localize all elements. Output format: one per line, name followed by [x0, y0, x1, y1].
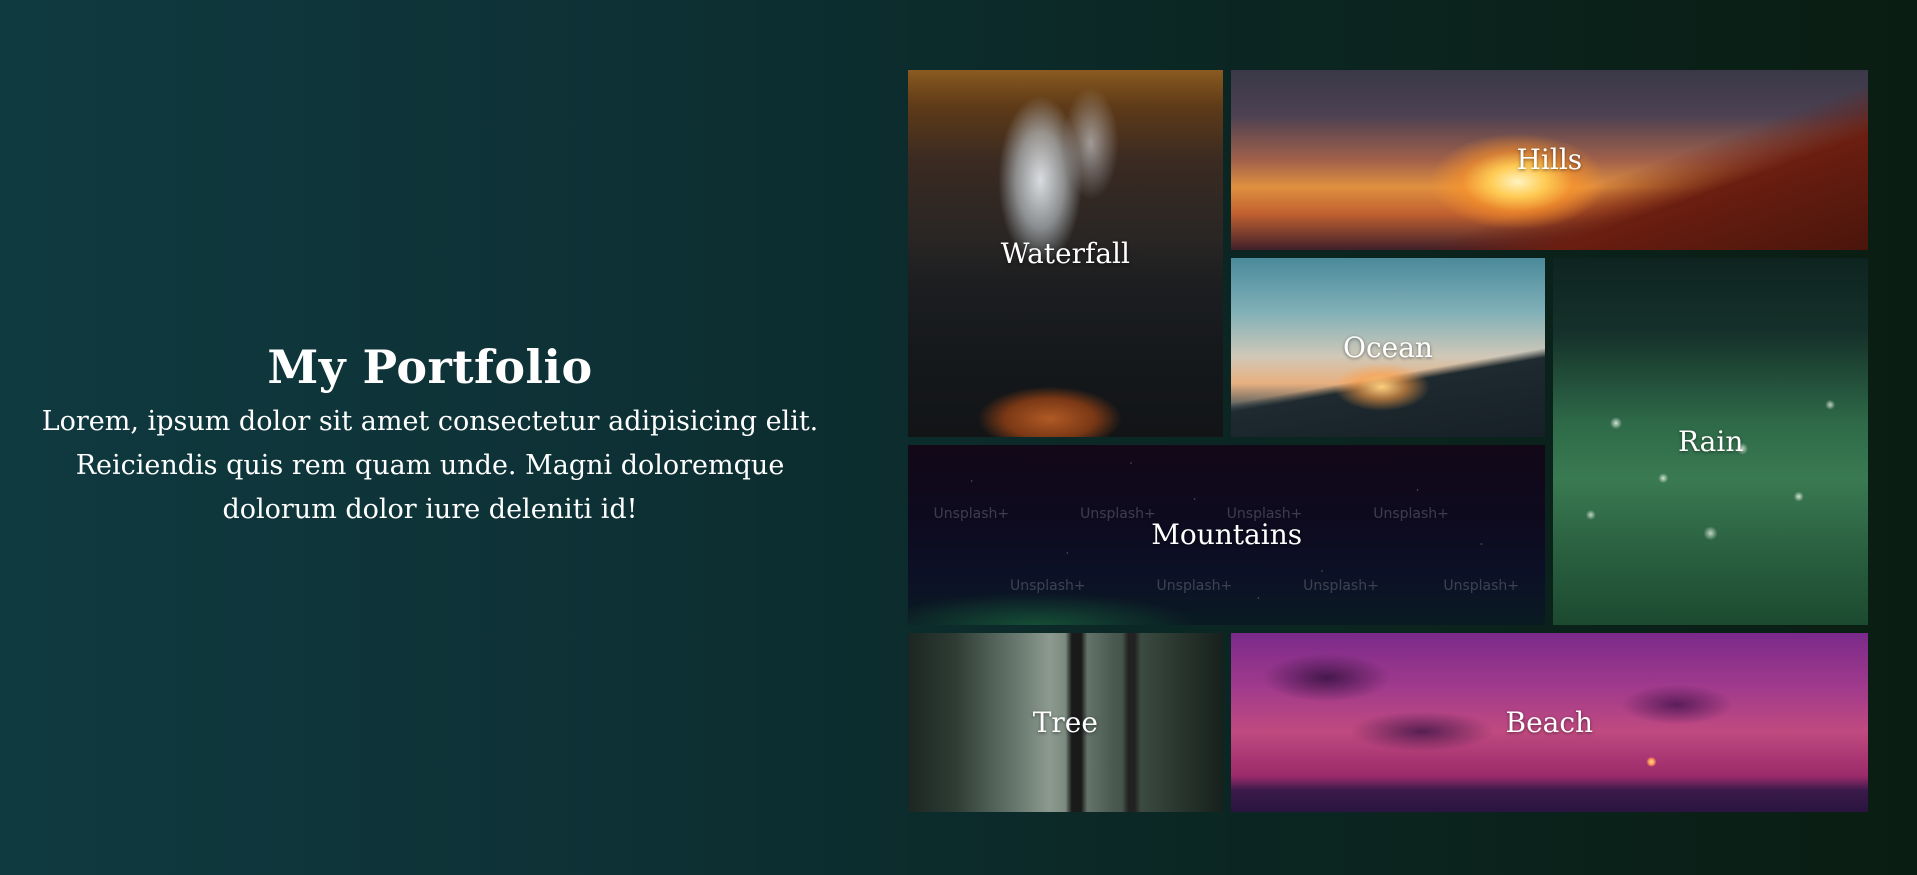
gallery-tile-beach[interactable]: Beach	[1230, 632, 1868, 812]
tile-label: Waterfall	[1000, 237, 1130, 270]
intro-section: My Portfolio Lorem, ipsum dolor sit amet…	[40, 340, 820, 532]
watermark-text: Unsplash+	[1156, 577, 1233, 594]
tile-label: Ocean	[1343, 330, 1433, 364]
watermark-text: Unsplash+	[1373, 506, 1449, 523]
watermark-text: Unsplash+	[1443, 577, 1520, 594]
gallery-tile-ocean[interactable]: Ocean	[1230, 257, 1546, 437]
page-description: Lorem, ipsum dolor sit amet consectetur …	[41, 406, 819, 525]
tile-label: Mountains	[1151, 518, 1303, 552]
gallery-tile-mountains[interactable]: Unsplash+ Unsplash+ Unsplash+ Unsplash+ …	[908, 445, 1546, 625]
gallery-tile-waterfall[interactable]: Waterfall	[908, 70, 1223, 437]
watermark-text: Unsplash+	[1080, 506, 1156, 523]
page-title: My Portfolio	[267, 340, 593, 394]
watermark-text: Unsplash+	[1303, 577, 1379, 594]
watermark-text: Unsplash+	[1009, 577, 1086, 594]
tile-label: Beach	[1505, 705, 1594, 739]
tile-label: Rain	[1677, 424, 1744, 458]
tile-label: Hills	[1516, 143, 1583, 177]
gallery-tile-hills[interactable]: Hills	[1230, 70, 1868, 250]
portfolio-gallery: Waterfall Hills Ocean Rain Unsplash+ Uns…	[908, 70, 1868, 812]
gallery-tile-rain[interactable]: Rain	[1553, 257, 1868, 625]
gallery-tile-tree[interactable]: Tree	[908, 632, 1223, 812]
watermark-text: Unsplash+	[933, 506, 1010, 523]
tile-label: Tree	[1032, 705, 1098, 739]
